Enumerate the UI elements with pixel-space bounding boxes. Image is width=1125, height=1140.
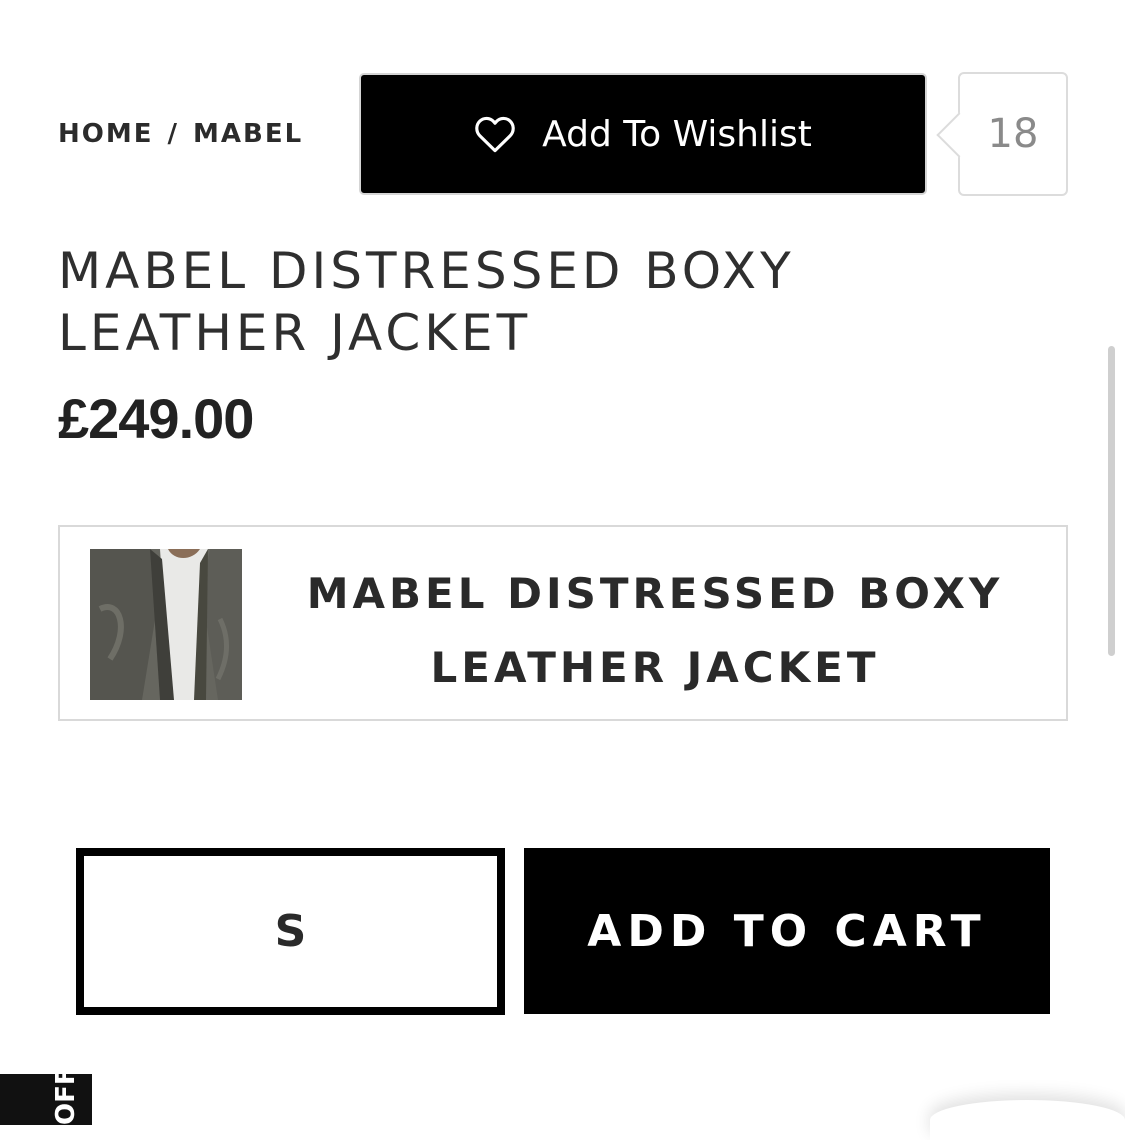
promo-side-tab[interactable]: OFF bbox=[0, 1074, 92, 1125]
floating-widget-edge bbox=[930, 1100, 1125, 1140]
product-thumbnail bbox=[90, 549, 242, 700]
variant-card[interactable]: MABEL DISTRESSED BOXY LEATHER JACKET bbox=[58, 525, 1068, 721]
promo-tab-label: OFF bbox=[51, 1074, 81, 1125]
breadcrumb-current[interactable]: MABEL bbox=[193, 119, 303, 149]
variant-title: MABEL DISTRESSED BOXY LEATHER JACKET bbox=[306, 569, 1004, 692]
product-price: £249.00 bbox=[58, 387, 254, 450]
wishlist-count: 18 bbox=[987, 111, 1039, 157]
add-to-cart-label: ADD TO CART bbox=[587, 905, 987, 957]
breadcrumb-home-link[interactable]: HOME bbox=[58, 119, 154, 149]
wishlist-count-badge: 18 bbox=[958, 72, 1068, 196]
add-to-cart-button[interactable]: ADD TO CART bbox=[524, 848, 1050, 1014]
page-scrollbar[interactable] bbox=[1108, 346, 1115, 656]
jacket-thumbnail-image bbox=[90, 549, 242, 700]
breadcrumb: HOME / MABEL bbox=[58, 115, 303, 153]
breadcrumb-separator: / bbox=[167, 119, 179, 149]
size-selector[interactable]: S bbox=[76, 848, 505, 1015]
product-title: MABEL DISTRESSED BOXY LEATHER JACKET bbox=[58, 242, 795, 362]
add-to-wishlist-button[interactable]: Add To Wishlist bbox=[359, 73, 927, 195]
size-selected-value: S bbox=[274, 906, 307, 957]
wishlist-label: Add To Wishlist bbox=[542, 113, 812, 155]
heart-outline-icon bbox=[474, 114, 516, 154]
